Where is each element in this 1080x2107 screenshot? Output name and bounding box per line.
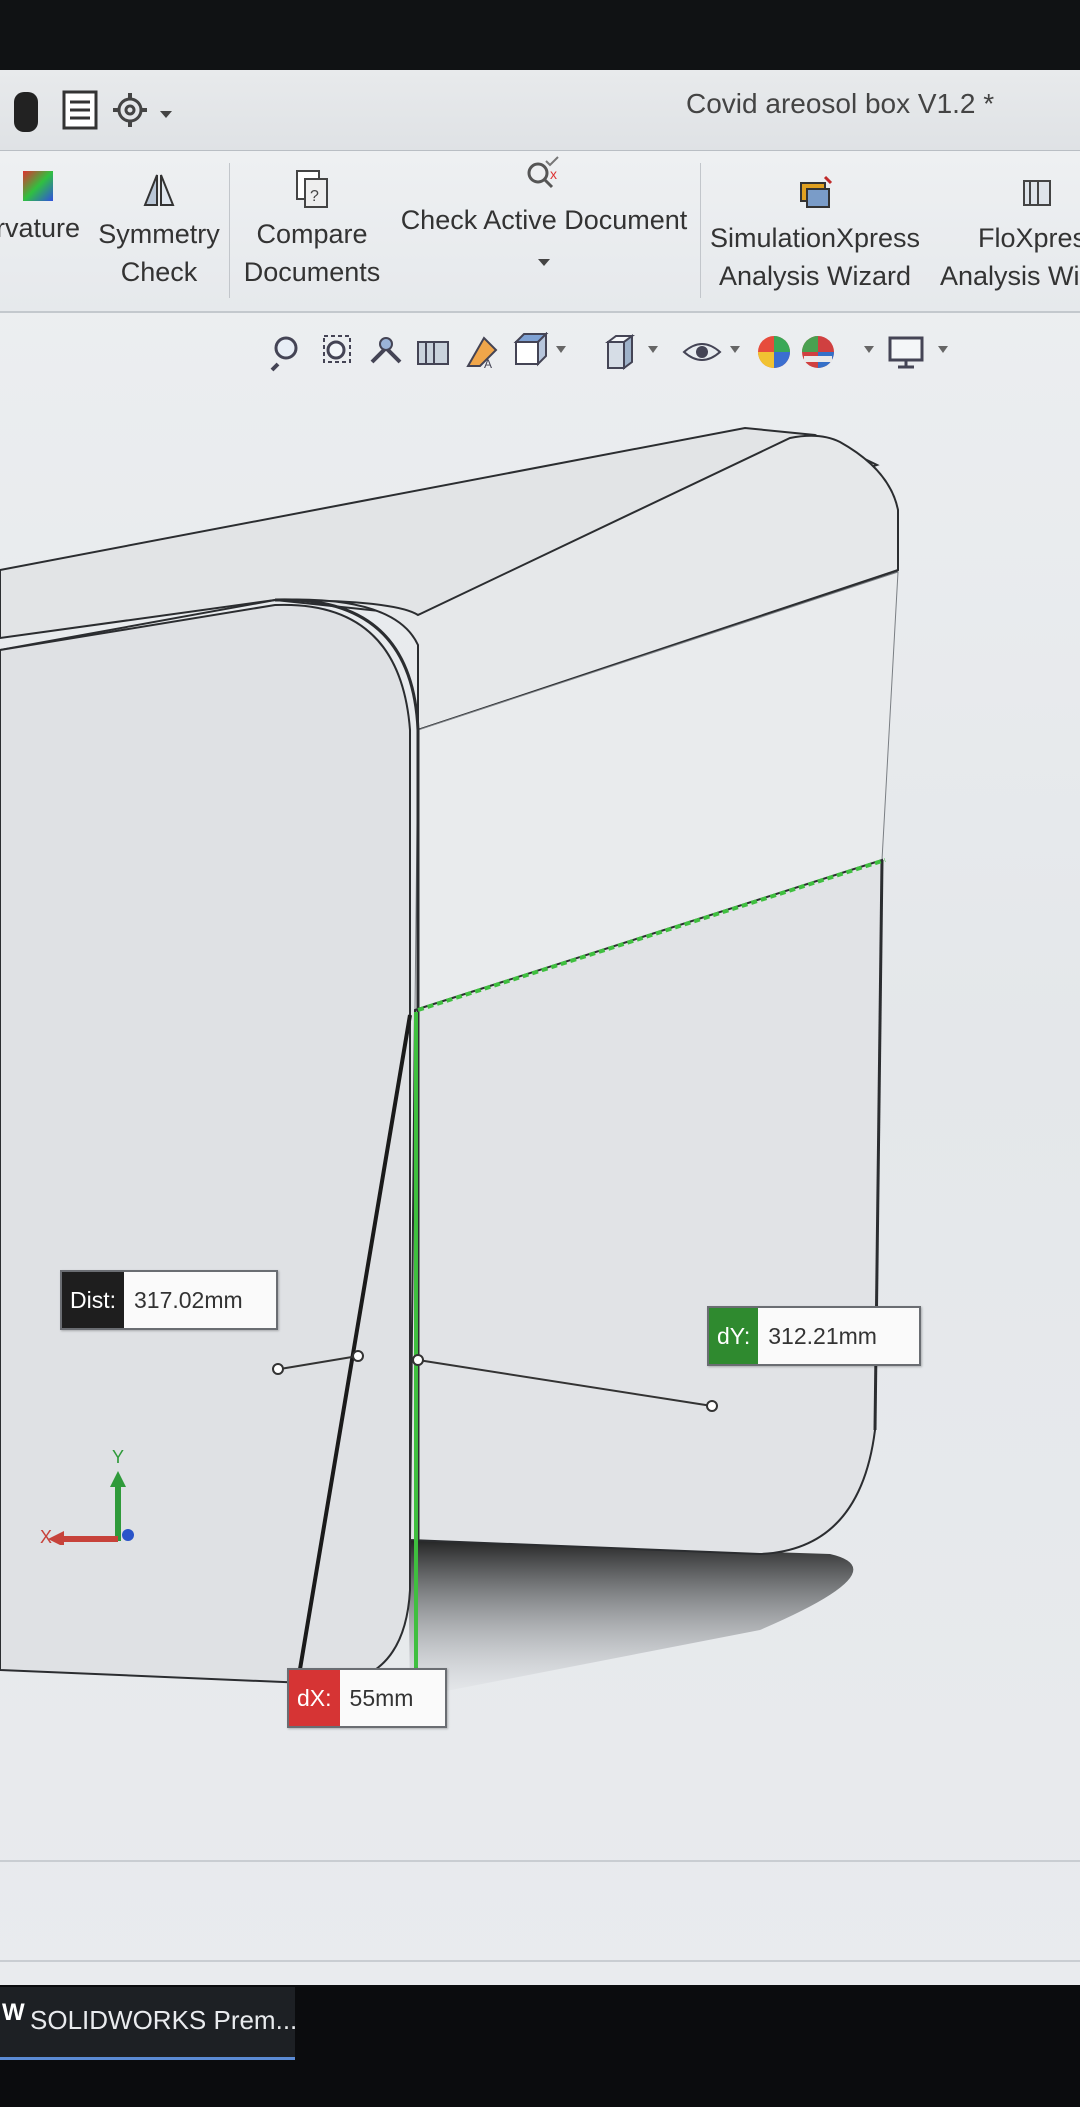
curvature-icon bbox=[23, 171, 53, 201]
compare-label-2: Documents bbox=[243, 257, 381, 287]
check-active-document-label: Check Active Document bbox=[400, 205, 688, 235]
options-gear-icon[interactable] bbox=[112, 92, 148, 133]
dist-callout-tag: Dist: bbox=[62, 1272, 124, 1328]
options-dropdown-arrow[interactable] bbox=[160, 106, 172, 124]
file-properties-icon[interactable] bbox=[62, 90, 98, 135]
dist-callout-value: 317.02mm bbox=[134, 1286, 243, 1313]
status-area-border bbox=[0, 1960, 1080, 1962]
document-title: Covid areosol box V1.2 * bbox=[686, 88, 995, 119]
ribbon-separator bbox=[229, 163, 230, 298]
dx-callout-value: 55mm bbox=[349, 1684, 414, 1711]
dist-callout[interactable]: Dist: 317.02mm bbox=[60, 1270, 278, 1330]
compare-documents-button[interactable]: ? Compare Documents bbox=[238, 169, 386, 291]
evaluate-ribbon: rvature Symmetry Check ? Compare Documen… bbox=[0, 151, 1080, 313]
floxpress-label-1: FloXpres bbox=[978, 223, 1080, 253]
traffic-light-icon[interactable] bbox=[14, 92, 38, 132]
simulationxpress-icon bbox=[800, 175, 833, 208]
check-active-document-button[interactable]: x Check Active Document bbox=[396, 155, 692, 277]
ribbon-separator bbox=[700, 163, 701, 298]
taskbar: W SOLIDWORKS Prem... bbox=[0, 1985, 1080, 2107]
symmetry-check-icon bbox=[143, 174, 175, 206]
floxpress-button[interactable]: FloXpres Analysis Wi bbox=[934, 173, 1080, 295]
solidworks-window: Covid areosol box V1.2 * rvature Symmetr… bbox=[0, 70, 1080, 2007]
model-shadow bbox=[408, 1540, 854, 1698]
triad-arrows-icon bbox=[48, 1471, 134, 1547]
viewport-bottom-border bbox=[0, 1860, 1080, 1862]
dx-callout[interactable]: dX: 55mm bbox=[287, 1668, 447, 1728]
dy-callout-value: 312.21mm bbox=[768, 1322, 877, 1349]
symmetry-check-button[interactable]: Symmetry Check bbox=[94, 169, 224, 291]
reference-triad: X Y bbox=[40, 1447, 150, 1547]
taskbar-solidworks-item[interactable]: W SOLIDWORKS Prem... bbox=[0, 1987, 298, 2060]
check-active-document-icon: x bbox=[527, 156, 559, 189]
floxpress-icon bbox=[1023, 180, 1051, 206]
triad-x-label: X bbox=[40, 1527, 53, 1547]
triad-y-label: Y bbox=[112, 1447, 125, 1467]
solidworks-app-icon: W bbox=[2, 1999, 25, 2026]
compare-documents-icon: ? bbox=[296, 170, 328, 208]
symmetry-label-2: Check bbox=[120, 257, 198, 287]
simulationxpress-label-2: Analysis Wizard bbox=[718, 261, 912, 291]
taskbar-solidworks-label: SOLIDWORKS Prem... bbox=[30, 2005, 298, 2035]
svg-text:?: ? bbox=[310, 188, 319, 205]
curvature-button[interactable]: rvature bbox=[0, 169, 84, 247]
floxpress-label-2: Analysis Wi bbox=[940, 261, 1080, 291]
compare-label-1: Compare bbox=[256, 219, 368, 249]
simulationxpress-label-1: SimulationXpress bbox=[709, 223, 921, 253]
svg-text:x: x bbox=[550, 166, 557, 182]
graphics-area[interactable] bbox=[0, 320, 1080, 1710]
curvature-label: rvature bbox=[0, 213, 81, 243]
title-bar: Covid areosol box V1.2 * bbox=[0, 70, 1080, 150]
symmetry-label-1: Symmetry bbox=[98, 219, 220, 249]
dy-callout[interactable]: dY: 312.21mm bbox=[707, 1306, 921, 1366]
dx-callout-tag: dX: bbox=[289, 1670, 340, 1726]
check-active-dropdown-arrow[interactable] bbox=[538, 259, 550, 267]
simulationxpress-button[interactable]: SimulationXpress Analysis Wizard bbox=[704, 173, 926, 295]
dy-callout-tag: dY: bbox=[709, 1308, 759, 1364]
